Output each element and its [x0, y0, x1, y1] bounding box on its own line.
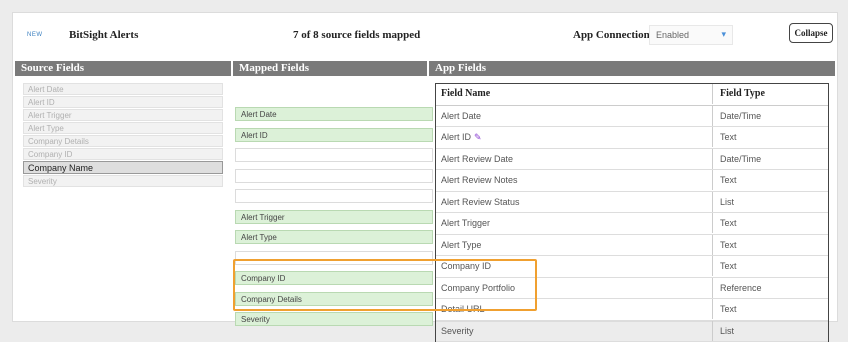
app-connection-label: App Connection: [573, 29, 650, 41]
mapped-field-row: Severity: [235, 309, 435, 330]
mapped-count: 7 of 8 source fields mapped: [293, 29, 420, 41]
mapped-field-row: [235, 145, 435, 166]
field-name-text: Alert ID: [441, 132, 471, 142]
field-name-text: Alert Review Date: [441, 154, 513, 164]
field-type: Text: [720, 170, 737, 190]
field-name: Alert Review Notes: [441, 170, 518, 190]
field-name: Alert Review Date: [441, 149, 513, 169]
field-type: Text: [720, 127, 737, 147]
field-name-header: Field Name: [441, 84, 490, 104]
field-type: Reference: [720, 278, 762, 298]
source-field-item[interactable]: Alert Date: [23, 83, 223, 95]
mapped-field-row: [235, 186, 435, 207]
mapping-panel: NEW BitSight Alerts 7 of 8 source fields…: [12, 12, 838, 322]
mapped-field-row: [235, 166, 435, 187]
source-field-item[interactable]: Company Details: [23, 135, 223, 147]
source-field-item[interactable]: Alert ID: [23, 96, 223, 108]
app-fields-header: App Fields: [429, 61, 835, 76]
field-type: Date/Time: [720, 149, 761, 169]
mapped-field-slot[interactable]: [235, 148, 433, 162]
field-name-text: Alert Trigger: [441, 218, 490, 228]
field-type-header: Field Type: [720, 84, 765, 104]
field-name: Alert Review Status: [441, 192, 520, 212]
field-type: Text: [720, 256, 737, 276]
chevron-down-icon: ▾: [721, 29, 726, 40]
mapped-field-slot[interactable]: Alert Type: [235, 230, 433, 244]
app-fields-title: App Fields: [435, 61, 486, 76]
field-name-text: Alert Review Notes: [441, 175, 518, 185]
field-name: Alert ID✎: [441, 127, 482, 147]
table-row: Alert Review Date Date/Time: [436, 149, 828, 171]
mapped-field-row: Alert Date: [235, 104, 435, 125]
field-name: Alert Date: [441, 106, 481, 126]
table-row: Alert Trigger Text: [436, 213, 828, 235]
mapped-field-row: Alert ID: [235, 125, 435, 146]
field-name-text: Severity: [441, 326, 474, 336]
source-field-item[interactable]: Company Name: [23, 161, 223, 174]
field-type: Text: [720, 299, 737, 319]
feed-title: BitSight Alerts: [69, 29, 138, 41]
pencil-icon: ✎: [474, 127, 482, 147]
highlight-box: [233, 259, 537, 311]
source-field-item[interactable]: Alert Type: [23, 122, 223, 134]
mapped-field-slot[interactable]: Severity: [235, 312, 433, 326]
field-type: List: [720, 192, 734, 212]
field-name: Severity: [441, 321, 474, 341]
new-badge: NEW: [27, 32, 43, 38]
panel-header: NEW BitSight Alerts 7 of 8 source fields…: [13, 13, 837, 59]
source-field-item[interactable]: Severity: [23, 175, 223, 187]
app-connection-value: Enabled: [656, 30, 689, 40]
table-row: Alert Type Text: [436, 235, 828, 257]
collapse-button[interactable]: Collapse: [789, 23, 833, 43]
mapped-field-slot[interactable]: Alert ID: [235, 128, 433, 142]
table-row: Alert Date Date/Time: [436, 106, 828, 128]
app-connection-select[interactable]: Enabled ▾: [649, 25, 733, 45]
source-fields-header: Source Fields: [15, 61, 231, 76]
mapped-fields-title: Mapped Fields: [239, 61, 309, 76]
field-type: List: [720, 321, 734, 341]
field-name: Alert Type: [441, 235, 481, 255]
field-name: Alert Trigger: [441, 213, 490, 233]
field-name-text: Alert Review Status: [441, 197, 520, 207]
table-row: Severity List: [436, 321, 828, 342]
field-name-text: Alert Date: [441, 111, 481, 121]
mapped-field-slot[interactable]: Alert Date: [235, 107, 433, 121]
mapped-field-slot[interactable]: [235, 169, 433, 183]
source-fields-list: Alert DateAlert IDAlert TriggerAlert Typ…: [23, 83, 223, 188]
field-name-text: Alert Type: [441, 240, 481, 250]
source-field-item[interactable]: Company ID: [23, 148, 223, 160]
source-field-item[interactable]: Alert Trigger: [23, 109, 223, 121]
table-header-row: Field Name Field Type: [436, 84, 828, 106]
table-row: Alert Review Status List: [436, 192, 828, 214]
mapped-field-row: Alert Type: [235, 227, 435, 248]
source-fields-title: Source Fields: [21, 61, 84, 76]
mapped-field-slot[interactable]: [235, 189, 433, 203]
mapped-field-slot[interactable]: Alert Trigger: [235, 210, 433, 224]
table-row: Alert Review Notes Text: [436, 170, 828, 192]
mapped-field-row: Alert Trigger: [235, 207, 435, 228]
mapped-fields-header: Mapped Fields: [233, 61, 427, 76]
field-type: Text: [720, 213, 737, 233]
table-row: Alert ID✎ Text: [436, 127, 828, 149]
field-type: Date/Time: [720, 106, 761, 126]
field-type: Text: [720, 235, 737, 255]
